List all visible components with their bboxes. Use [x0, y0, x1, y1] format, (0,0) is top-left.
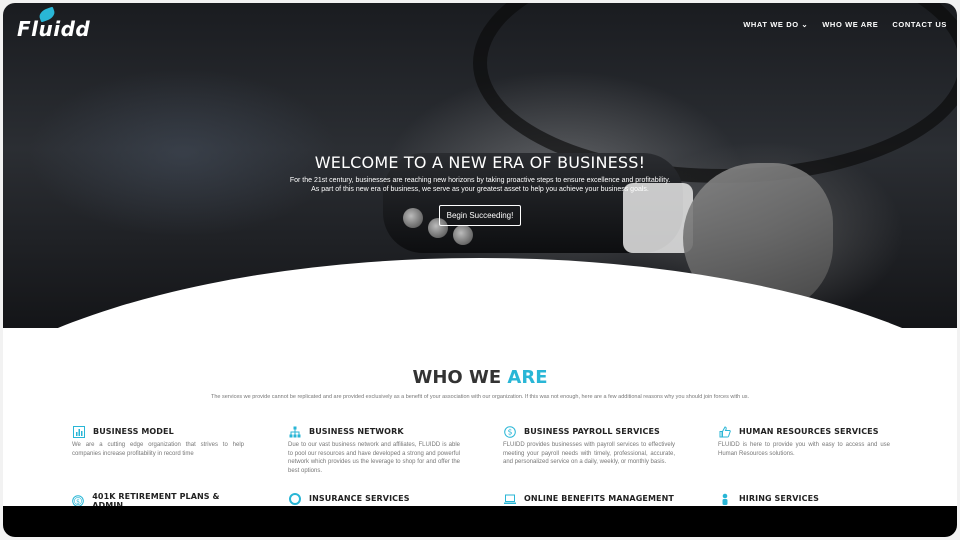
bar-chart-icon — [72, 425, 85, 438]
lifebuoy-icon — [288, 492, 301, 505]
hero-subtitle-line-1: For the 21st century, businesses are rea… — [289, 177, 671, 184]
hero-section: Fluidd WHAT WE DO ⌄ WHO WE ARE CONTACT U… — [3, 3, 957, 328]
laptop-icon — [503, 492, 516, 505]
who-we-are-title: WHO WE ARE — [412, 367, 548, 388]
logo-text: Fluidd — [17, 17, 91, 41]
dollar-icon: $ — [503, 425, 516, 438]
bottom-bar — [3, 506, 957, 537]
network-icon — [288, 425, 301, 438]
nav-item-what-we-do[interactable]: WHAT WE DO ⌄ — [743, 20, 808, 29]
logo[interactable]: Fluidd — [17, 6, 91, 41]
nav-item-contact-us[interactable]: CONTACT US — [892, 20, 947, 29]
who-we-are-subtitle: The services we provide cannot be replic… — [210, 394, 750, 400]
service-business-model: BUSINESS MODEL We are a cutting edge org… — [72, 425, 244, 457]
browser-frame: Fluidd WHAT WE DO ⌄ WHO WE ARE CONTACT U… — [3, 3, 957, 537]
hero-content: WELCOME TO A NEW ERA OF BUSINESS! For th… — [3, 153, 957, 226]
service-hiring: HIRING SERVICES — [718, 492, 890, 505]
person-icon — [718, 492, 731, 505]
svg-text:$: $ — [507, 427, 512, 436]
cuff-button-graphic — [453, 225, 473, 245]
svg-text:$: $ — [76, 498, 80, 505]
chevron-down-icon: ⌄ — [801, 20, 809, 29]
main-nav: WHAT WE DO ⌄ WHO WE ARE CONTACT US — [743, 20, 947, 29]
service-insurance: INSURANCE SERVICES — [288, 492, 460, 505]
hero-title: WELCOME TO A NEW ERA OF BUSINESS! — [314, 153, 646, 172]
service-business-payroll: $ BUSINESS PAYROLL SERVICES FLUIDD provi… — [503, 425, 675, 465]
service-business-network: BUSINESS NETWORK Due to our vast busines… — [288, 425, 460, 474]
hero-subtitle-line-2: As part of this new era of business, we … — [311, 186, 649, 193]
begin-succeeding-button[interactable]: Begin Succeeding! — [438, 205, 522, 226]
service-online-benefits: ONLINE BENEFITS MANAGEMENT — [503, 492, 675, 505]
service-human-resources: HUMAN RESOURCES SERVICES FLUIDD is here … — [718, 425, 890, 457]
nav-item-who-we-are[interactable]: WHO WE ARE — [822, 20, 878, 29]
thumbs-up-icon — [718, 425, 731, 438]
